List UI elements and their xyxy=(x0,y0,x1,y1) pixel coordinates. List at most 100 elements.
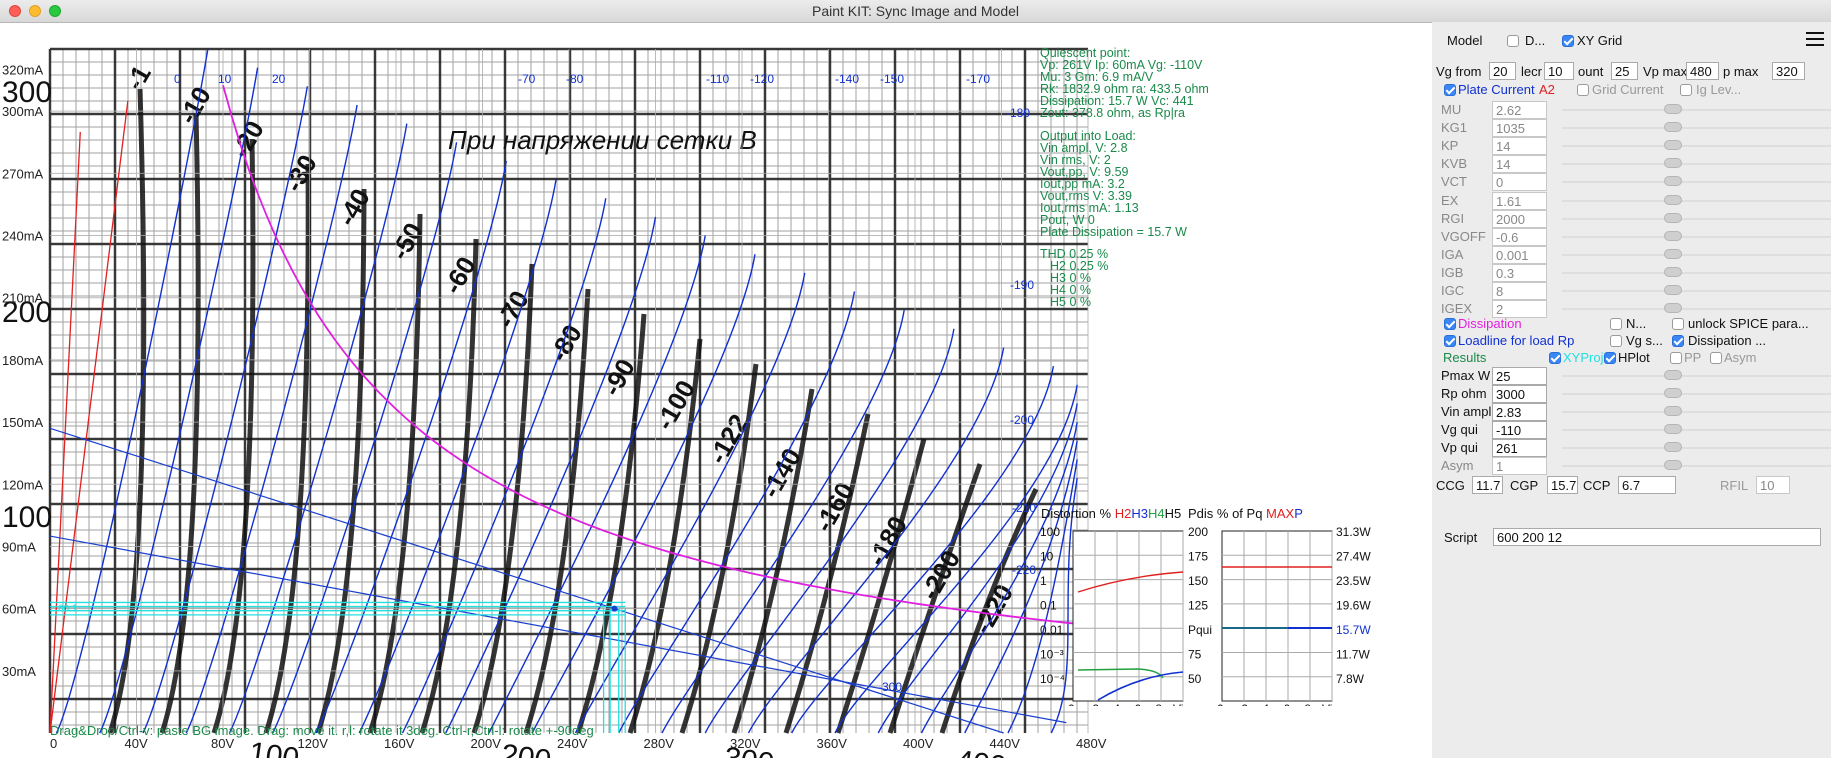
cgp-input[interactable]: 15.7 xyxy=(1547,476,1578,494)
ccp-input[interactable]: 6.7 xyxy=(1618,476,1676,494)
param-value-input[interactable]: 2.62 xyxy=(1492,101,1547,119)
quiescent-point[interactable] xyxy=(611,605,618,612)
param-value-input[interactable]: 2000 xyxy=(1492,209,1547,228)
slider-knob[interactable] xyxy=(1664,266,1682,277)
plate-current-checkbox[interactable] xyxy=(1444,84,1456,96)
y-tick-label: 300mA xyxy=(2,104,44,119)
param-slider[interactable] xyxy=(1562,119,1831,137)
xyproj-checkbox[interactable] xyxy=(1549,352,1561,364)
dissipation2-checkbox[interactable] xyxy=(1672,335,1684,347)
param-slider[interactable] xyxy=(1562,264,1831,282)
grid-current-checkbox[interactable] xyxy=(1577,84,1589,96)
menu-icon[interactable] xyxy=(1806,32,1824,46)
result-param-input[interactable]: -110 xyxy=(1492,421,1547,439)
ccg-input[interactable]: 11.7 xyxy=(1472,476,1503,494)
param-value-input[interactable]: 0.3 xyxy=(1492,263,1547,282)
vgs-checkbox[interactable] xyxy=(1610,335,1622,347)
y-tick-label: 30mA xyxy=(2,664,36,679)
param-value-input[interactable]: 14 xyxy=(1492,137,1547,156)
unlock-checkbox[interactable] xyxy=(1672,318,1684,330)
slider-knob[interactable] xyxy=(1664,388,1682,398)
vg-from-input[interactable]: 20 xyxy=(1489,62,1516,80)
slider-knob[interactable] xyxy=(1664,176,1682,187)
d-checkbox[interactable] xyxy=(1507,35,1519,47)
pdis-left-tick: 175 xyxy=(1188,550,1208,564)
count-input[interactable]: 25 xyxy=(1611,62,1638,80)
param-slider[interactable] xyxy=(1562,173,1831,191)
pdis-right-tick: 27.4W xyxy=(1336,550,1371,564)
dissipation2-label: Dissipation ... xyxy=(1688,333,1767,348)
result-param-input[interactable]: 3000 xyxy=(1492,385,1547,403)
slider-knob[interactable] xyxy=(1664,424,1682,434)
y-tick-label: 180mA xyxy=(2,353,44,368)
result-param-input[interactable]: 261 xyxy=(1492,439,1547,457)
slider-knob[interactable] xyxy=(1664,285,1682,295)
slider-knob[interactable] xyxy=(1664,248,1682,259)
distortion-title-title_prefix: Distortion % xyxy=(1041,506,1115,521)
pdis-left-tick: 200 xyxy=(1188,525,1208,539)
loadline-checkbox[interactable] xyxy=(1444,335,1456,347)
slider-knob[interactable] xyxy=(1664,230,1682,241)
slider-knob[interactable] xyxy=(1664,460,1682,470)
pp-checkbox[interactable] xyxy=(1670,352,1682,364)
n-checkbox[interactable] xyxy=(1610,318,1622,330)
x-tick-label: 240V xyxy=(557,736,588,751)
param-slider[interactable] xyxy=(1562,155,1831,173)
decr-input[interactable]: 10 xyxy=(1544,62,1574,80)
asym-checkbox[interactable] xyxy=(1710,352,1722,364)
result-param-input[interactable]: 25 xyxy=(1492,367,1547,385)
slider-knob[interactable] xyxy=(1664,370,1682,380)
y-tick-label: 240mA xyxy=(2,229,44,244)
param-value-input[interactable]: 1035 xyxy=(1492,119,1547,138)
slider-track xyxy=(1562,411,1831,413)
slider-knob[interactable] xyxy=(1664,122,1682,133)
param-slider[interactable] xyxy=(1562,228,1831,246)
x-tick-label: 280V xyxy=(644,736,675,751)
slider-knob[interactable] xyxy=(1664,303,1682,314)
param-value-input[interactable]: 0 xyxy=(1492,173,1547,192)
param-slider[interactable] xyxy=(1562,282,1831,300)
param-slider[interactable] xyxy=(1562,101,1831,119)
param-slider[interactable] xyxy=(1562,192,1831,210)
result-param-slider[interactable] xyxy=(1562,385,1831,403)
param-value-input[interactable]: 0.001 xyxy=(1492,245,1547,264)
param-value-input[interactable]: 8 xyxy=(1492,282,1547,300)
param-slider[interactable] xyxy=(1562,137,1831,155)
ig-lev-checkbox[interactable] xyxy=(1680,84,1692,96)
result-param-slider[interactable] xyxy=(1562,439,1831,457)
result-param-input[interactable]: 1 xyxy=(1492,457,1547,475)
result-param-slider[interactable] xyxy=(1562,367,1831,385)
vpmax-input[interactable]: 480 xyxy=(1686,62,1719,80)
param-slider[interactable] xyxy=(1562,246,1831,264)
dissipation-checkbox[interactable] xyxy=(1444,318,1456,330)
hplot-checkbox[interactable] xyxy=(1604,352,1616,364)
pdis-x-tick: .2 xyxy=(1238,702,1248,706)
distortion-y-tick: 100 xyxy=(1040,525,1060,539)
result-param-input[interactable]: 2.83 xyxy=(1492,403,1547,421)
param-value-input[interactable]: 14 xyxy=(1492,155,1547,174)
y-tick-label: 120mA xyxy=(2,477,44,492)
plate-current-label: Plate Current xyxy=(1458,82,1535,97)
dissipation-label: Dissipation xyxy=(1458,316,1522,331)
rfil-input[interactable]: 10 xyxy=(1756,476,1790,494)
param-value-input[interactable]: -0.6 xyxy=(1492,227,1547,246)
result-param-slider[interactable] xyxy=(1562,457,1831,475)
script-input[interactable]: 600 200 12 xyxy=(1493,528,1821,546)
slider-knob[interactable] xyxy=(1664,212,1682,223)
param-value-input[interactable]: 1.61 xyxy=(1492,191,1547,210)
a2-label: A2 xyxy=(1539,82,1555,97)
slider-knob[interactable] xyxy=(1664,140,1682,151)
slider-knob[interactable] xyxy=(1664,442,1682,452)
pdis-right-tick: 15.7W xyxy=(1336,623,1371,637)
param-slider[interactable] xyxy=(1562,210,1831,228)
ipmax-input[interactable]: 320 xyxy=(1772,62,1805,80)
window-title: Paint KIT: Sync Image and Model xyxy=(812,3,1019,19)
curve-label-top: -170 xyxy=(966,72,990,86)
slider-knob[interactable] xyxy=(1664,194,1682,205)
xygrid-checkbox[interactable] xyxy=(1562,35,1574,47)
result-param-slider[interactable] xyxy=(1562,421,1831,439)
slider-knob[interactable] xyxy=(1664,406,1682,416)
slider-knob[interactable] xyxy=(1664,158,1682,169)
result-param-slider[interactable] xyxy=(1562,403,1831,421)
slider-knob[interactable] xyxy=(1664,104,1682,114)
